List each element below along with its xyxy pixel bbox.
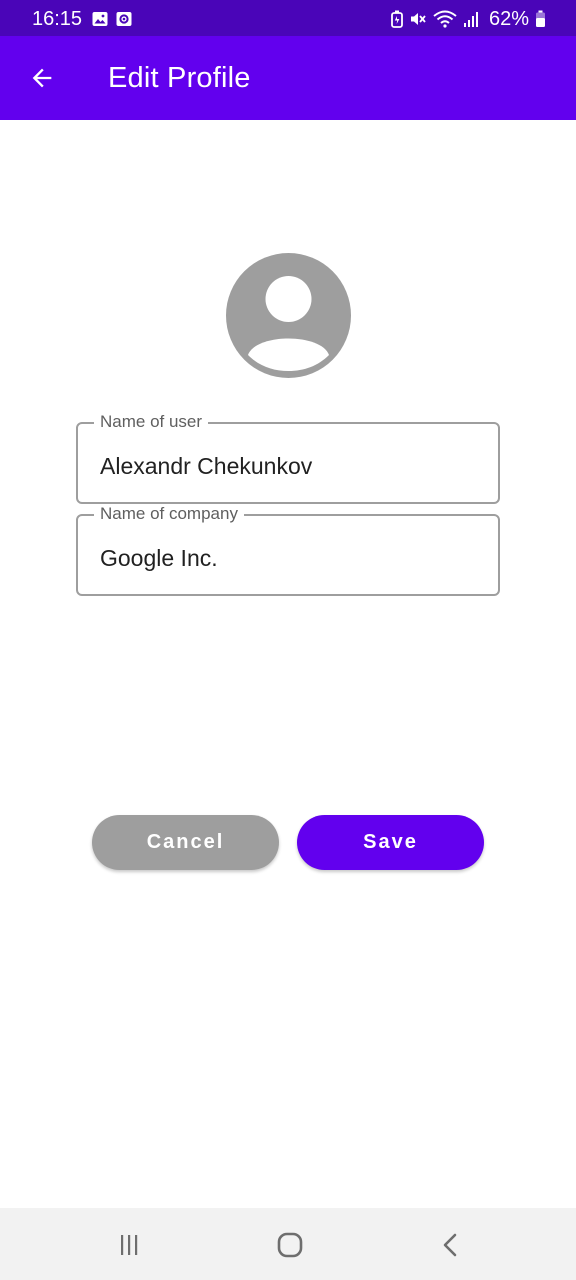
back-icon bbox=[443, 1233, 457, 1257]
wifi-icon bbox=[433, 10, 457, 28]
company-name-input[interactable]: Google Inc. bbox=[100, 544, 218, 572]
home-icon bbox=[277, 1232, 303, 1258]
battery-saver-icon bbox=[391, 10, 403, 28]
user-name-input[interactable]: Alexandr Chekunkov bbox=[100, 452, 312, 480]
status-right-icons: 62% bbox=[391, 7, 546, 31]
company-name-field[interactable]: Name of company Google Inc. bbox=[76, 504, 500, 596]
user-name-field[interactable]: Name of user Alexandr Chekunkov bbox=[76, 412, 500, 504]
recents-icon bbox=[121, 1235, 138, 1255]
person-avatar-icon bbox=[226, 253, 351, 378]
save-button[interactable]: Save bbox=[297, 815, 484, 870]
mute-icon bbox=[409, 10, 427, 28]
notification-icon bbox=[116, 11, 132, 32]
avatar[interactable] bbox=[226, 253, 351, 378]
user-name-label: Name of user bbox=[94, 412, 209, 432]
system-navigation-bar bbox=[0, 1208, 576, 1280]
battery-percentage: 62% bbox=[488, 8, 529, 30]
image-icon bbox=[92, 11, 108, 32]
arrow-back-icon bbox=[32, 68, 52, 88]
company-name-label: Name of company bbox=[94, 504, 244, 524]
app-bar: Edit Profile bbox=[0, 36, 576, 120]
home-button[interactable] bbox=[273, 1228, 307, 1262]
back-nav-button[interactable] bbox=[434, 1228, 468, 1262]
status-left-icons bbox=[92, 11, 132, 32]
status-bar: 16:15 62% bbox=[0, 0, 576, 36]
back-button[interactable] bbox=[20, 56, 64, 100]
edit-profile-screen: 16:15 62% Edit Profile Name of user Alex… bbox=[0, 0, 576, 1280]
signal-icon bbox=[463, 10, 479, 28]
page-title: Edit Profile bbox=[108, 62, 251, 94]
battery-icon bbox=[535, 10, 546, 28]
cancel-button[interactable]: Cancel bbox=[92, 815, 279, 870]
status-time: 16:15 bbox=[32, 8, 83, 30]
recents-button[interactable] bbox=[112, 1228, 146, 1262]
